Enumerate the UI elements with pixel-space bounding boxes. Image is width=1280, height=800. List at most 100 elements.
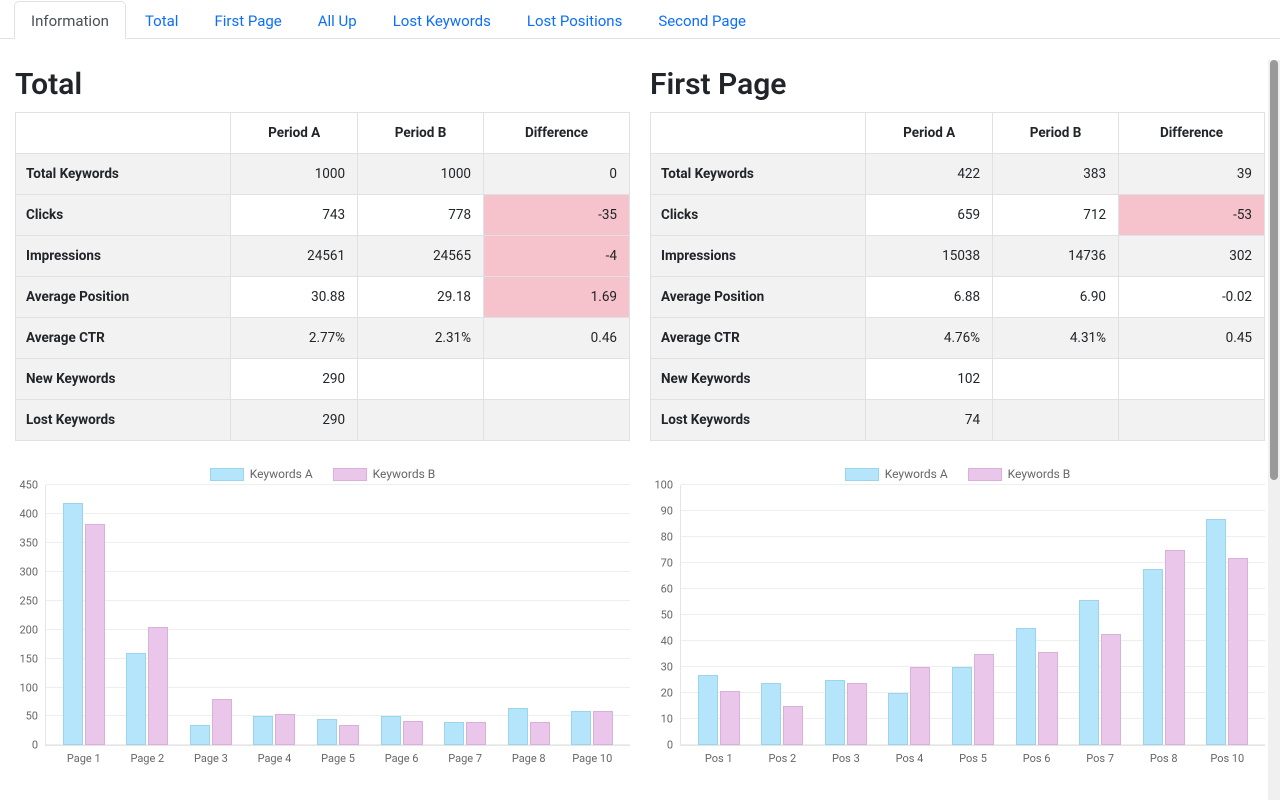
col-header: Period B: [358, 113, 484, 154]
bar-b[interactable]: [275, 714, 295, 746]
bar-a[interactable]: [1143, 569, 1163, 746]
bar-b[interactable]: [466, 722, 486, 745]
x-tick: Pos 8: [1150, 752, 1178, 765]
bar-b[interactable]: [593, 711, 613, 746]
x-tick: Page 4: [258, 752, 292, 765]
tabs-bar: InformationTotalFirst PageAll UpLost Key…: [0, 0, 1280, 39]
table-row: New Keywords290: [16, 359, 630, 400]
y-tick: 90: [661, 505, 673, 518]
col-header: Difference: [1119, 113, 1265, 154]
bar-group: Page 6: [370, 485, 434, 745]
bar-a[interactable]: [1016, 628, 1036, 745]
tab-second-page[interactable]: Second Page: [641, 1, 763, 39]
row-label: New Keywords: [16, 359, 231, 400]
bar-a[interactable]: [952, 667, 972, 745]
bar-a[interactable]: [888, 693, 908, 745]
bar-group: Page 7: [433, 485, 497, 745]
bar-a[interactable]: [508, 708, 528, 746]
legend-item-a[interactable]: Keywords A: [845, 467, 948, 481]
x-tick: Pos 4: [896, 752, 924, 765]
bar-b[interactable]: [783, 706, 803, 745]
cell: 0.45: [1119, 318, 1265, 359]
cell: [358, 359, 484, 400]
bar-a[interactable]: [444, 722, 464, 745]
scrollbar[interactable]: [1268, 60, 1280, 800]
bar-b[interactable]: [85, 524, 105, 745]
bar-b[interactable]: [1101, 634, 1121, 746]
bar-b[interactable]: [1228, 558, 1248, 745]
cell: [1119, 400, 1265, 441]
bar-a[interactable]: [317, 719, 337, 746]
x-tick: Page 1: [67, 752, 101, 765]
cell: [358, 400, 484, 441]
bar-group: Page 8: [497, 485, 561, 745]
bar-b[interactable]: [339, 725, 359, 745]
bar-a[interactable]: [1206, 519, 1226, 745]
y-tick: 400: [19, 508, 38, 521]
bar-group: Pos 10: [1196, 485, 1260, 745]
tab-lost-positions[interactable]: Lost Positions: [510, 1, 639, 39]
table-row: New Keywords102: [651, 359, 1265, 400]
bar-b[interactable]: [974, 654, 994, 745]
bar-b[interactable]: [148, 627, 168, 745]
col-header: [651, 113, 866, 154]
bar-a[interactable]: [761, 683, 781, 745]
bar-group: Pos 4: [878, 485, 942, 745]
y-tick: 80: [661, 531, 673, 544]
table-row: Average CTR2.77%2.31%0.46: [16, 318, 630, 359]
cell: 4.76%: [866, 318, 993, 359]
bar-b[interactable]: [910, 667, 930, 745]
chart-area: 050100150200250300350400450Page 1Page 2P…: [45, 485, 630, 746]
swatch-a: [210, 468, 244, 481]
cell: 778: [358, 195, 484, 236]
bar-a[interactable]: [253, 716, 273, 745]
bar-b[interactable]: [1165, 550, 1185, 745]
row-label: Clicks: [16, 195, 231, 236]
bar-a[interactable]: [190, 725, 210, 745]
bar-a[interactable]: [63, 503, 83, 746]
x-tick: Page 8: [512, 752, 546, 765]
tab-total[interactable]: Total: [128, 1, 196, 39]
y-tick: 100: [19, 681, 38, 694]
legend-item-b[interactable]: Keywords B: [333, 467, 436, 481]
x-tick: Pos 3: [832, 752, 860, 765]
bar-b[interactable]: [720, 691, 740, 746]
table-row: Clicks743778-35: [16, 195, 630, 236]
cell: 24561: [231, 236, 358, 277]
bar-a[interactable]: [698, 675, 718, 745]
cell: 302: [1119, 236, 1265, 277]
swatch-b: [333, 468, 367, 481]
cell: 6.88: [866, 277, 993, 318]
legend-item-a[interactable]: Keywords A: [210, 467, 313, 481]
tab-information[interactable]: Information: [14, 1, 126, 39]
tab-all-up[interactable]: All Up: [301, 1, 374, 39]
legend-item-b[interactable]: Keywords B: [968, 467, 1071, 481]
tab-first-page[interactable]: First Page: [197, 1, 298, 39]
chart: Keywords A Keywords B 01020304050607080901…: [650, 467, 1265, 746]
x-tick: Pos 1: [705, 752, 733, 765]
y-tick: 60: [661, 583, 673, 596]
row-label: Total Keywords: [16, 154, 231, 195]
cell: -53: [1119, 195, 1265, 236]
bar-b[interactable]: [847, 683, 867, 745]
bar-a[interactable]: [126, 653, 146, 745]
bar-b[interactable]: [1038, 652, 1058, 746]
x-tick: Pos 10: [1210, 752, 1244, 765]
chart: Keywords A Keywords B 05010015020025030035…: [15, 467, 630, 746]
cell: [993, 359, 1119, 400]
table-row: Average Position6.886.90-0.02: [651, 277, 1265, 318]
table-row: Lost Keywords74: [651, 400, 1265, 441]
tab-lost-keywords[interactable]: Lost Keywords: [376, 1, 508, 39]
bar-a[interactable]: [1079, 600, 1099, 746]
scrollbar-thumb[interactable]: [1270, 60, 1278, 480]
panel-total: TotalPeriod APeriod BDifferenceTotal Key…: [15, 49, 630, 746]
bar-a[interactable]: [381, 716, 401, 745]
bar-b[interactable]: [530, 722, 550, 745]
bar-a[interactable]: [571, 711, 591, 746]
bar-b[interactable]: [212, 699, 232, 745]
chart-area: 0102030405060708090100Pos 1Pos 2Pos 3Pos…: [680, 485, 1265, 746]
y-tick: 350: [19, 537, 38, 550]
bar-a[interactable]: [825, 680, 845, 745]
bar-b[interactable]: [403, 721, 423, 745]
cell: [484, 359, 630, 400]
